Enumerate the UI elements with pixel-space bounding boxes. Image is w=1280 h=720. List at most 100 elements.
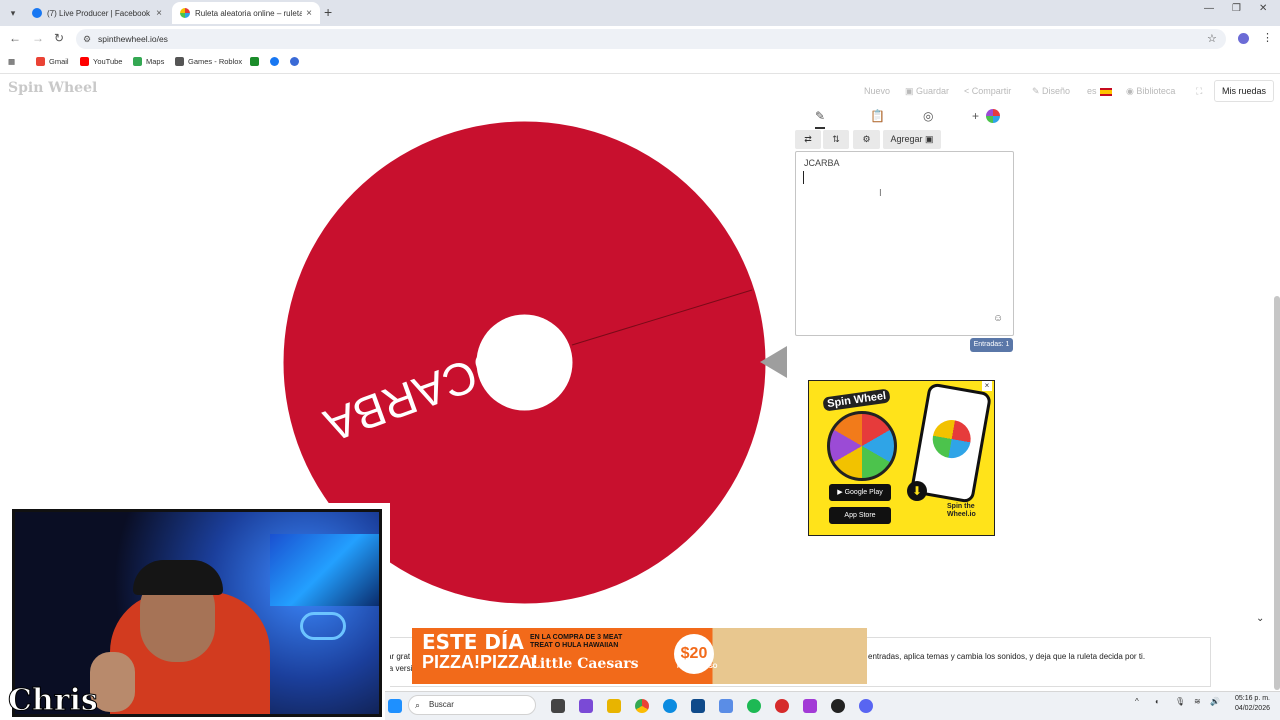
results-tab-icon[interactable]: 📋 <box>870 109 885 123</box>
add-button-label: Agregar <box>890 134 923 144</box>
taskbar-clock[interactable]: 05:16 p. m. 04/02/2026 <box>1228 694 1270 714</box>
design-link[interactable]: ✎ Diseño <box>1032 86 1070 97</box>
obs-icon[interactable] <box>831 699 845 713</box>
restore-icon[interactable]: ❐ <box>1232 3 1241 14</box>
app-purple-icon[interactable] <box>803 699 817 713</box>
forward-icon[interactable]: → <box>32 31 44 45</box>
gmail-icon <box>36 57 45 66</box>
bookmarks-bar: ▦ Gmail YouTube Maps Games - Roblox <box>0 52 1280 74</box>
bookmark-roblox[interactable]: Games - Roblox <box>175 57 242 66</box>
bookmark-star-icon[interactable]: ☆ <box>1207 32 1217 45</box>
ad-close-icon[interactable]: × <box>982 381 992 391</box>
library-label: Biblioteca <box>1136 86 1176 96</box>
volume-icon[interactable]: 🔊 <box>1210 697 1220 706</box>
url-text: spinthewheel.io/es <box>98 34 168 44</box>
entries-count-badge: Entradas: 1 <box>970 338 1013 352</box>
taskbar-search[interactable]: ⌕ Buscar <box>408 695 536 715</box>
app-logo[interactable]: Spin Wheel <box>8 80 97 96</box>
reload-icon[interactable]: ↻ <box>54 31 64 45</box>
sort-button[interactable]: ⇅ <box>823 130 849 149</box>
bookmark-gmail[interactable]: Gmail <box>36 57 69 66</box>
bookmark-maps[interactable]: Maps <box>133 57 164 66</box>
close-tab-icon[interactable]: × <box>156 8 162 19</box>
app-store-badge[interactable]: App Store <box>829 507 891 524</box>
file-explorer-icon[interactable] <box>607 699 621 713</box>
wheel-center[interactable] <box>476 314 573 411</box>
google-play-badge[interactable]: ▶ Google Play <box>829 484 891 501</box>
download-icon: ⬇ <box>907 481 927 501</box>
shuffle-button[interactable]: ⇄ <box>795 130 821 149</box>
close-tab-icon[interactable]: × <box>306 8 312 19</box>
chevron-down-icon[interactable]: ⌄ <box>1256 613 1264 624</box>
library-link[interactable]: ◉ Biblioteca <box>1126 86 1175 97</box>
banner-ad[interactable]: ESTE DÍA PIZZA!PIZZA! EN LA COMPRA DE 3 … <box>412 628 867 684</box>
ad-wheel-image <box>827 411 897 481</box>
browser-tabstrip: ▾ (7) Live Producer | Facebook × Ruleta … <box>0 0 1280 26</box>
bookmark-label: Gmail <box>49 57 69 66</box>
description-left: ar grat <box>387 652 411 661</box>
r-icon <box>290 57 299 66</box>
spotify-icon[interactable] <box>747 699 761 713</box>
address-bar[interactable]: ⚙ spinthewheel.io/es <box>76 29 1226 49</box>
new-link[interactable]: Nuevo <box>864 86 890 96</box>
apps-icon[interactable]: ▦ <box>8 57 15 66</box>
profile-icon[interactable] <box>1238 33 1249 44</box>
app-red-icon[interactable] <box>775 699 789 713</box>
search-icon: ⌕ <box>415 700 421 710</box>
tab-spinthewheel[interactable]: Ruleta aleatoria online – ruleta × <box>172 2 320 24</box>
bookmark-kick[interactable] <box>250 57 263 66</box>
back-icon[interactable]: ← <box>9 31 21 45</box>
fullscreen-icon[interactable]: ⛶ <box>1196 86 1202 97</box>
close-window-icon[interactable]: ✕ <box>1259 3 1267 14</box>
my-wheels-button[interactable]: Mis ruedas <box>1214 80 1274 102</box>
bookmark-youtube[interactable]: YouTube <box>80 57 122 66</box>
banner-line1: ESTE DÍA <box>422 630 524 654</box>
color-wheel-icon[interactable] <box>986 109 1000 123</box>
settings-button[interactable]: ⚙ <box>853 130 880 149</box>
person-cap <box>133 560 223 595</box>
add-image-button[interactable]: Agregar ▣ <box>883 130 941 149</box>
clock-date: 04/02/2026 <box>1234 705 1270 712</box>
ibeam-cursor-icon: I <box>879 188 882 199</box>
windows-start-icon[interactable] <box>388 699 402 713</box>
facebook-icon <box>270 57 279 66</box>
bookmark-facebook[interactable] <box>270 57 283 66</box>
language-select[interactable]: es <box>1087 86 1112 96</box>
gamepad-neon-icon <box>300 612 346 640</box>
app-store-label: App Store <box>844 512 876 519</box>
maps-icon <box>133 57 142 66</box>
wifi-icon[interactable]: ≋ <box>1194 697 1201 706</box>
discord-icon[interactable] <box>859 699 873 713</box>
edge-icon[interactable] <box>663 699 677 713</box>
site-settings-icon[interactable]: ⚙ <box>83 29 91 49</box>
webcam-overlay: Chris <box>0 503 390 720</box>
microphone-icon[interactable]: 🎙 <box>1175 697 1185 706</box>
facebook-icon <box>32 8 42 18</box>
app-ad[interactable]: × Spin Wheel ▶ Google Play App Store ⬇ S… <box>808 380 995 536</box>
chrome-icon[interactable] <box>635 699 649 713</box>
scrollbar[interactable] <box>1274 296 1280 690</box>
minimize-icon[interactable]: — <box>1204 3 1214 14</box>
language-label: es <box>1087 86 1097 96</box>
tab-search-icon[interactable]: ▾ <box>4 4 22 22</box>
bookmark-r[interactable] <box>290 57 303 66</box>
share-link[interactable]: < Compartir <box>964 86 1011 96</box>
edit-tab-icon[interactable]: ✎ <box>815 109 826 129</box>
emoji-icon[interactable]: ☺ <box>993 313 1003 324</box>
new-tab-button[interactable]: + <box>324 4 332 20</box>
banner-line2: PIZZA!PIZZA! <box>422 652 538 672</box>
save-link[interactable]: ▣ Guardar <box>905 86 949 97</box>
tray-app-icon[interactable]: ◐ <box>1155 697 1160 706</box>
wheel-pointer <box>760 346 787 378</box>
tab-facebook[interactable]: (7) Live Producer | Facebook × <box>24 2 170 24</box>
tray-chevron-icon[interactable]: ^ <box>1135 697 1139 706</box>
menu-icon[interactable]: ⋮ <box>1262 31 1273 44</box>
entries-textarea[interactable]: JCARBA <box>795 151 1014 336</box>
store-icon[interactable] <box>691 699 705 713</box>
task-view-icon[interactable] <box>551 699 565 713</box>
add-wheel-icon[interactable]: + <box>972 109 979 123</box>
widgets-icon[interactable] <box>579 699 593 713</box>
hide-tab-icon[interactable]: ◎ <box>923 109 933 123</box>
panel-tabs: ✎ 📋 ◎ + <box>795 106 1013 129</box>
app-icon[interactable] <box>719 699 733 713</box>
